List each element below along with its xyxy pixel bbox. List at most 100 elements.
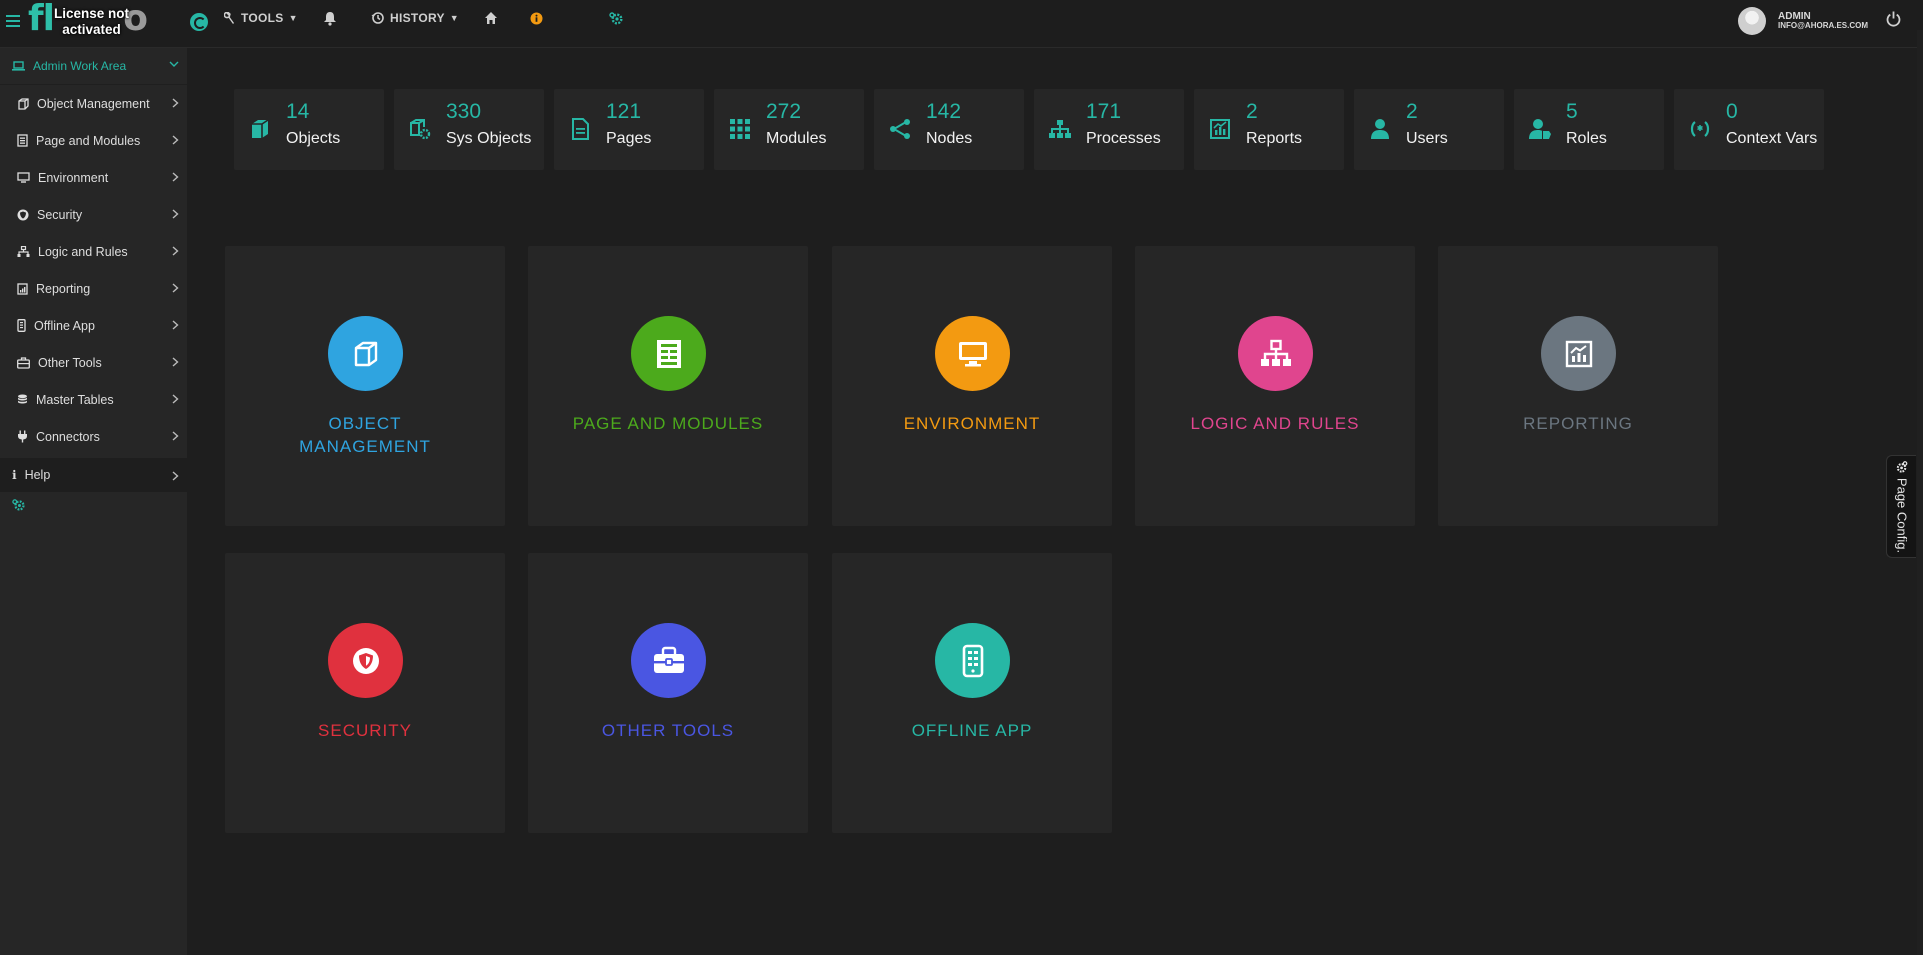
page-config-tab[interactable]: Page Config. [1886, 455, 1916, 558]
bell-icon[interactable] [323, 11, 337, 26]
cube-icon [18, 97, 29, 110]
stat-card-sys-objects[interactable]: 330 Sys Objects [394, 89, 544, 170]
history-menu[interactable]: HISTORY ▼ [371, 11, 459, 25]
page-icon [17, 134, 28, 147]
stat-card-modules[interactable]: 272 Modules [714, 89, 864, 170]
user-email[interactable]: INFO@AHORA.ES.COM [1778, 21, 1868, 30]
stat-label: Pages [606, 130, 652, 147]
tile-icon-circle [1238, 316, 1313, 391]
chevron-right-icon [172, 135, 179, 145]
cube-gear-icon [410, 119, 431, 140]
chevron-right-icon [172, 471, 179, 481]
chevron-right-icon [172, 283, 179, 293]
globe-icon[interactable] [190, 13, 208, 31]
tile-title-line-1: SECURITY [318, 721, 412, 740]
tile-title: ENVIRONMENT [832, 412, 1112, 435]
sidebar-header[interactable]: Admin Work Area [0, 48, 187, 85]
sidebar-item-object-management[interactable]: Object Management [0, 85, 187, 122]
logo-text: fl [28, 0, 55, 39]
stat-card-processes[interactable]: 171 Processes [1034, 89, 1184, 170]
sidebar-item-label: Security [37, 207, 83, 222]
sidebar-settings[interactable] [0, 492, 187, 518]
menu-icon[interactable] [6, 15, 20, 27]
gears-icon[interactable] [609, 11, 624, 26]
sidebar-item-connectors[interactable]: Connectors [0, 418, 187, 455]
chart-icon [17, 282, 28, 295]
gears-icon [1896, 461, 1908, 473]
sidebar-item-master-tables[interactable]: Master Tables [0, 381, 187, 418]
sidebar-item-page-and-modules[interactable]: Page and Modules [0, 122, 187, 159]
sidebar-item-label: Connectors [36, 429, 100, 444]
sidebar-item-label: Offline App [34, 318, 95, 333]
stat-value: 2 [1246, 100, 1258, 123]
avatar[interactable] [1738, 7, 1766, 35]
info-icon[interactable] [530, 12, 543, 25]
tile-title: OBJECT MANAGEMENT [225, 412, 505, 458]
power-icon[interactable] [1886, 11, 1901, 27]
sidebar-item-label: Help [24, 468, 51, 482]
tile-title-line-2: MANAGEMENT [299, 437, 431, 456]
page-icon [572, 118, 589, 140]
chevron-right-icon [172, 431, 179, 441]
tools-menu[interactable]: TOOLS ▼ [224, 11, 298, 25]
mobile-icon [962, 644, 983, 677]
sidebar-item-reporting[interactable]: Reporting [0, 270, 187, 307]
right-edge-strip [1917, 30, 1923, 955]
sidebar-item-help[interactable]: ℹ Help [0, 458, 187, 492]
sidebar-item-label: Reporting [36, 281, 91, 296]
tile-reporting[interactable]: REPORTING [1438, 246, 1718, 526]
tile-other-tools[interactable]: OTHER TOOLS [528, 553, 808, 833]
tile-title: PAGE AND MODULES [528, 412, 808, 435]
history-label: HISTORY [390, 11, 445, 25]
stat-label: Modules [766, 130, 827, 147]
tile-icon-circle [935, 623, 1010, 698]
home-icon[interactable] [484, 11, 498, 25]
sidebar-item-offline-app[interactable]: Offline App [0, 307, 187, 344]
stat-value: 272 [766, 100, 802, 123]
sidebar-item-label: Master Tables [36, 392, 114, 407]
tile-logic-and-rules[interactable]: LOGIC AND RULES [1135, 246, 1415, 526]
chevron-right-icon [172, 246, 179, 256]
stat-card-reports[interactable]: 2 Reports [1194, 89, 1344, 170]
sidebar-item-logic-and-rules[interactable]: Logic and Rules [0, 233, 187, 270]
stat-value: 2 [1406, 100, 1418, 123]
sidebar-item-environment[interactable]: Environment [0, 159, 187, 196]
tile-icon-circle [328, 316, 403, 391]
stat-card-objects[interactable]: 14 Objects [234, 89, 384, 170]
license-line-1: License not [54, 6, 130, 21]
sitemap-icon [17, 245, 30, 257]
mobile-icon [17, 319, 26, 332]
stat-label: Nodes [926, 130, 973, 147]
stat-card-pages[interactable]: 121 Pages [554, 89, 704, 170]
chevron-right-icon [172, 357, 179, 367]
sidebar-item-security[interactable]: Security [0, 196, 187, 233]
sidebar: Admin Work Area Object Management Page a… [0, 48, 187, 955]
cube-icon [354, 341, 377, 366]
toolbox-icon [653, 646, 684, 673]
tile-security[interactable]: SECURITY [225, 553, 505, 833]
tile-title: OTHER TOOLS [528, 719, 808, 742]
tile-environment[interactable]: ENVIRONMENT [832, 246, 1112, 526]
stat-card-users[interactable]: 2 Users [1354, 89, 1504, 170]
tile-offline-app[interactable]: OFFLINE APP [832, 553, 1112, 833]
tile-title-line-1: ENVIRONMENT [903, 414, 1041, 433]
tile-title-line-1: OFFLINE APP [911, 721, 1033, 740]
stat-label: Context Vars [1726, 130, 1818, 147]
database-icon [18, 394, 27, 403]
tile-page-and-modules[interactable]: PAGE AND MODULES [528, 246, 808, 526]
stat-value: 5 [1566, 100, 1578, 123]
logo[interactable]: fl o License not activated [28, 0, 153, 44]
stat-card-context-vars[interactable]: 0 Context Vars [1674, 89, 1824, 170]
tile-object-management[interactable]: OBJECT MANAGEMENT [225, 246, 505, 526]
tile-title: OFFLINE APP [832, 719, 1112, 742]
stat-card-roles[interactable]: 5 Roles [1514, 89, 1664, 170]
page-icon [656, 339, 681, 368]
cube-icon [252, 119, 269, 138]
stat-card-nodes[interactable]: 142 Nodes [874, 89, 1024, 170]
sidebar-item-other-tools[interactable]: Other Tools [0, 344, 187, 381]
grid-icon [730, 119, 750, 139]
stat-label: Processes [1086, 130, 1161, 147]
sitemap-icon [1260, 339, 1291, 366]
chevron-right-icon [172, 98, 179, 108]
sidebar-item-label: Environment [38, 170, 109, 185]
